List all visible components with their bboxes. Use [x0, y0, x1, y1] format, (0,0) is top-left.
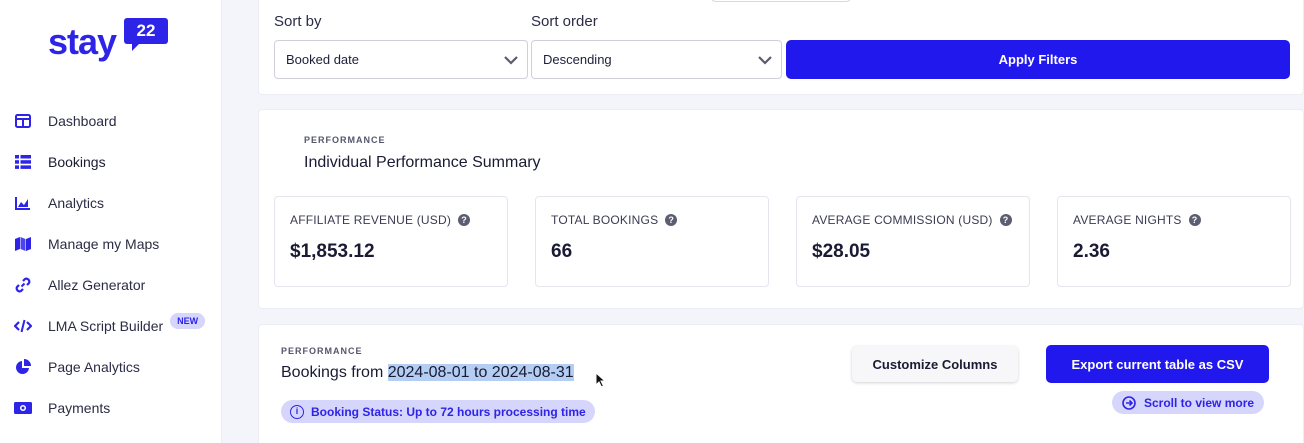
bookings-card: PERFORMANCE Bookings from 2024-08-01 to …	[258, 324, 1304, 443]
sort-by-value: Booked date	[286, 52, 360, 67]
sidebar-item-label: Payments	[48, 399, 111, 416]
map-icon	[14, 235, 32, 253]
stat-value: 2.36	[1073, 241, 1110, 262]
bookings-title: Bookings from 2024-08-01 to 2024-08-31	[281, 364, 574, 382]
stat-label: AFFILIATE REVENUE (USD)?	[290, 213, 471, 227]
pie-icon	[14, 358, 32, 376]
sidebar-item-label: Page Analytics	[48, 358, 140, 375]
booking-status-text: Booking Status: Up to 72 hours processin…	[311, 404, 586, 419]
stat-label-text: AVERAGE COMMISSION (USD)	[812, 213, 993, 227]
stat-value: $28.05	[812, 241, 871, 262]
performance-summary-card: PERFORMANCE Individual Performance Summa…	[258, 109, 1304, 309]
mouse-cursor-icon	[595, 372, 607, 388]
customize-columns-button[interactable]: Customize Columns	[852, 346, 1018, 382]
link-icon	[14, 276, 32, 294]
sort-order-label: Sort order	[531, 13, 598, 30]
help-icon[interactable]: ?	[458, 214, 471, 226]
stat-label-text: TOTAL BOOKINGS	[551, 213, 659, 227]
sidebar-nav: Dashboard Bookings Analytics Manage my M…	[0, 100, 222, 428]
money-icon	[14, 399, 32, 417]
code-icon	[14, 317, 32, 335]
sidebar-item-bookings[interactable]: Bookings	[0, 141, 222, 182]
sidebar-item-label: Bookings	[48, 153, 106, 170]
bookings-title-prefix: Bookings from	[281, 364, 388, 381]
sidebar-item-allez-generator[interactable]: Allez Generator	[0, 264, 222, 305]
filters-card: Sort by Sort order Booked date Descendin…	[258, 0, 1304, 95]
dashboard-icon	[14, 112, 32, 130]
sidebar-item-analytics[interactable]: Analytics	[0, 182, 222, 223]
chart-icon	[14, 194, 32, 212]
stat-label: TOTAL BOOKINGS?	[551, 213, 678, 227]
help-icon[interactable]: ?	[1188, 214, 1201, 226]
scroll-to-view-more-button[interactable]: Scroll to view more	[1112, 391, 1265, 414]
sort-by-label: Sort by	[274, 13, 322, 30]
help-icon[interactable]: ?	[999, 214, 1012, 226]
sidebar-item-lma-script-builder[interactable]: LMA Script Builder NEW	[0, 305, 222, 346]
scroll-label: Scroll to view more	[1144, 395, 1255, 410]
new-badge: NEW	[170, 312, 206, 329]
apply-filters-button[interactable]: Apply Filters	[786, 40, 1290, 79]
booking-status-pill: i Booking Status: Up to 72 hours process…	[281, 400, 595, 423]
stay22-logo[interactable]: stay 22	[48, 18, 178, 62]
stat-value: $1,853.12	[290, 241, 375, 262]
sort-order-value: Descending	[543, 52, 612, 67]
bookings-eyebrow: PERFORMANCE	[281, 346, 363, 356]
logo-text: stay	[48, 21, 117, 62]
stat-label-text: AFFILIATE REVENUE (USD)	[290, 213, 452, 227]
sidebar: stay 22 Dashboard Bookings Analytics Man…	[0, 0, 222, 443]
list-icon	[14, 153, 32, 171]
chevron-down-icon	[758, 56, 772, 65]
stat-total-bookings: TOTAL BOOKINGS? 66	[535, 196, 769, 287]
export-csv-button[interactable]: Export current table as CSV	[1046, 345, 1269, 383]
summary-eyebrow: PERFORMANCE	[304, 135, 386, 145]
popover-edge	[710, 0, 852, 2]
help-icon[interactable]: ?	[665, 214, 678, 226]
info-icon: i	[290, 404, 304, 419]
summary-title: Individual Performance Summary	[304, 154, 541, 171]
sidebar-item-label: LMA Script Builder	[48, 317, 164, 334]
sidebar-item-payments[interactable]: Payments	[0, 387, 222, 428]
sidebar-item-label: Manage my Maps	[48, 235, 160, 252]
stat-label: AVERAGE NIGHTS?	[1073, 213, 1201, 227]
sidebar-item-label: Allez Generator	[48, 276, 146, 293]
sidebar-item-page-analytics[interactable]: Page Analytics	[0, 346, 222, 387]
sort-order-select[interactable]: Descending	[531, 40, 782, 79]
chevron-down-icon	[504, 56, 518, 65]
logo-badge: 22	[124, 18, 168, 51]
sort-by-select[interactable]: Booked date	[274, 40, 528, 79]
stat-average-nights: AVERAGE NIGHTS? 2.36	[1057, 196, 1291, 287]
bookings-date-range: 2024-08-01 to 2024-08-31	[387, 364, 574, 381]
stat-label: AVERAGE COMMISSION (USD)?	[812, 213, 1012, 227]
sidebar-item-label: Analytics	[48, 194, 105, 211]
stat-label-text: AVERAGE NIGHTS	[1073, 213, 1182, 227]
sidebar-item-label: Dashboard	[48, 112, 117, 129]
sidebar-item-dashboard[interactable]: Dashboard	[0, 100, 222, 141]
sidebar-item-maps[interactable]: Manage my Maps	[0, 223, 222, 264]
stat-average-commission: AVERAGE COMMISSION (USD)? $28.05	[796, 196, 1030, 287]
arrow-right-circle-icon	[1122, 395, 1136, 410]
stat-affiliate-revenue: AFFILIATE REVENUE (USD)? $1,853.12	[274, 196, 508, 287]
stat-value: 66	[551, 241, 573, 262]
